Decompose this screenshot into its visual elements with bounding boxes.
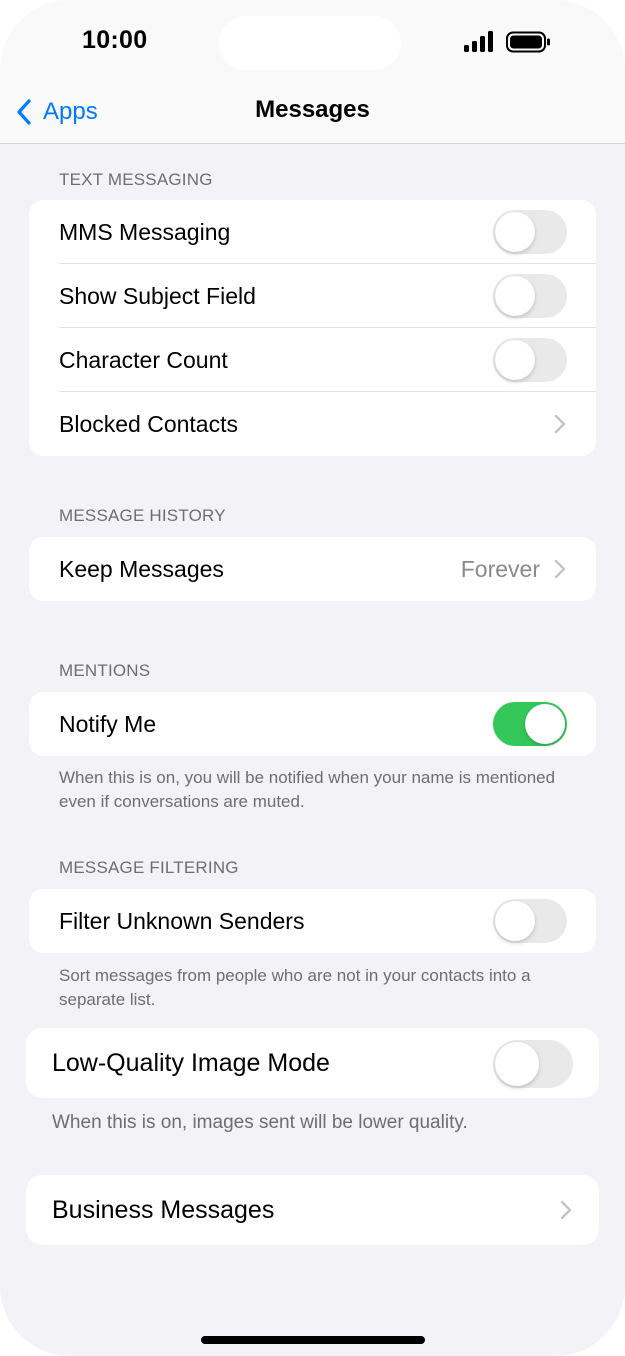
keep-messages-row[interactable]: Keep Messages Forever xyxy=(29,537,596,601)
page-title: Messages xyxy=(255,96,370,123)
toggle-knob xyxy=(495,276,535,316)
mentions-footer: When this is on, you will be notified wh… xyxy=(59,768,556,811)
keep-messages-value: Forever xyxy=(460,555,540,582)
home-indicator[interactable] xyxy=(201,1336,425,1344)
toggle-knob xyxy=(495,1042,539,1086)
business-messages-row[interactable]: Business Messages xyxy=(26,1175,599,1245)
section-header-mentions: MENTIONS xyxy=(59,661,151,680)
section-header-message-history: MESSAGE HISTORY xyxy=(59,506,226,525)
toggle-knob xyxy=(495,212,535,252)
section-header-text-messaging: TEXT MESSAGING xyxy=(59,170,213,189)
toggle-knob xyxy=(495,340,535,380)
show-subject-field-label: Show Subject Field xyxy=(59,282,256,309)
business-messages-group: Business Messages xyxy=(26,1175,599,1245)
low-quality-image-mode-row: Low-Quality Image Mode xyxy=(26,1028,599,1098)
low-quality-image-mode-label: Low-Quality Image Mode xyxy=(52,1048,330,1077)
blocked-contacts-row[interactable]: Blocked Contacts xyxy=(29,392,596,456)
navigation-bar: Apps Messages xyxy=(0,82,625,144)
message-filtering-group: Filter Unknown Senders xyxy=(29,889,596,953)
chevron-right-icon xyxy=(560,1200,572,1220)
show-subject-field-row: Show Subject Field xyxy=(29,264,596,328)
blocked-contacts-label: Blocked Contacts xyxy=(59,410,238,437)
status-time: 10:00 xyxy=(82,26,148,54)
battery-icon xyxy=(506,31,550,53)
phone-screen: 10:00 Apps Messages TEXT MESSAGING MMS M… xyxy=(0,0,625,1356)
chevron-right-icon xyxy=(554,414,566,434)
filter-unknown-senders-row: Filter Unknown Senders xyxy=(29,889,596,953)
toggle-knob xyxy=(525,704,565,744)
notify-me-row: Notify Me xyxy=(29,692,596,756)
notify-me-toggle[interactable] xyxy=(493,702,567,746)
keep-messages-label: Keep Messages xyxy=(59,555,224,582)
low-quality-footer: When this is on, images sent will be low… xyxy=(52,1112,468,1133)
status-bar: 10:00 xyxy=(0,0,625,82)
filter-unknown-senders-label: Filter Unknown Senders xyxy=(59,907,305,934)
character-count-label: Character Count xyxy=(59,346,228,373)
message-history-group: Keep Messages Forever xyxy=(29,537,596,601)
section-header-message-filtering: MESSAGE FILTERING xyxy=(59,858,239,877)
character-count-row: Character Count xyxy=(29,328,596,392)
mentions-group: Notify Me xyxy=(29,692,596,756)
filtering-footer: Sort messages from people who are not in… xyxy=(59,966,531,1009)
low-quality-image-mode-toggle[interactable] xyxy=(493,1040,573,1088)
cellular-signal-icon xyxy=(464,31,493,52)
mms-messaging-label: MMS Messaging xyxy=(59,218,231,245)
mms-messaging-toggle[interactable] xyxy=(493,210,567,254)
notify-me-label: Notify Me xyxy=(59,710,157,737)
show-subject-field-toggle[interactable] xyxy=(493,274,567,318)
chevron-right-icon xyxy=(554,559,566,579)
filter-unknown-senders-toggle[interactable] xyxy=(493,899,567,943)
low-quality-group: Low-Quality Image Mode xyxy=(26,1028,599,1098)
mms-messaging-row: MMS Messaging xyxy=(29,200,596,264)
toggle-knob xyxy=(495,901,535,941)
character-count-toggle[interactable] xyxy=(493,338,567,382)
business-messages-label: Business Messages xyxy=(52,1195,275,1224)
text-messaging-group: MMS Messaging Show Subject Field Charact… xyxy=(29,200,596,456)
dynamic-island xyxy=(219,16,401,70)
